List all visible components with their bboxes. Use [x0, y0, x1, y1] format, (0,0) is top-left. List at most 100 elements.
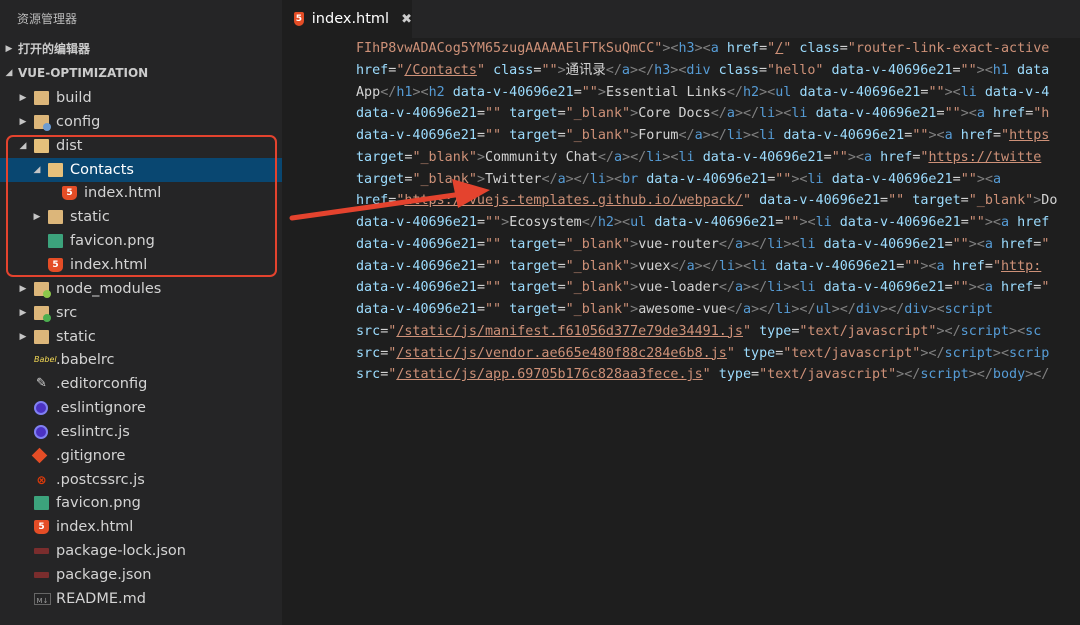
tree-item[interactable]: ▶ static — [0, 325, 282, 349]
chevron-down-icon[interactable]: ◢ — [18, 134, 28, 158]
code-token: script — [944, 302, 993, 317]
tree-item[interactable]: M↓ README.md — [0, 587, 282, 611]
markdown-icon: M↓ — [34, 592, 51, 605]
tree-item[interactable]: ▶ config — [0, 110, 282, 134]
code-token: = — [557, 302, 566, 317]
code-token: = — [557, 236, 566, 252]
code-token: > — [476, 171, 485, 187]
code-token: 通讯录 — [565, 62, 606, 78]
chevron-right-icon[interactable]: ▶ — [18, 86, 28, 110]
tree-item[interactable]: 5 index.html — [0, 515, 282, 539]
code-token: Do — [1041, 193, 1058, 209]
code-token: " — [726, 345, 735, 361]
code-token: >< — [984, 215, 1001, 230]
code-token: type — [759, 323, 792, 339]
code-token: href — [960, 128, 993, 143]
code-token: data-v-40696e21 — [356, 128, 477, 143]
postcss-icon: ⊗ — [36, 472, 47, 487]
code-token: = — [936, 106, 945, 122]
code-token: = — [960, 193, 969, 209]
code-token: </ — [718, 280, 735, 296]
tree-item[interactable]: ◢ dist — [0, 134, 282, 158]
code-token: li — [815, 215, 832, 230]
code-token: "router-link-exact-active — [847, 41, 1050, 56]
code-token: /static/js/app.69705b176c828aa3fece.js — [396, 367, 703, 383]
tree-item[interactable]: favicon.png — [0, 229, 282, 253]
tree-item[interactable]: Babel .babelrc — [0, 348, 282, 372]
chevron-right-icon[interactable]: ▶ — [18, 110, 28, 134]
code-token: li — [775, 302, 792, 317]
chevron-down-icon[interactable]: ◢ — [32, 158, 42, 182]
code-token: </ — [726, 302, 743, 317]
tree-item-label: index.html — [56, 519, 134, 536]
tree-item[interactable]: 5 index.html — [0, 181, 282, 205]
code-token: = — [880, 193, 889, 209]
code-token: a — [694, 128, 703, 143]
code-token: href — [880, 149, 913, 165]
code-token: >< — [614, 215, 631, 230]
tree-item[interactable]: .eslintrc.js — [0, 420, 282, 444]
folder-src-icon — [34, 305, 51, 322]
code-token: >< — [775, 106, 792, 122]
tree-item[interactable]: ▶ src — [0, 301, 282, 325]
code-token: a — [621, 62, 630, 78]
tree-item[interactable]: .gitignore — [0, 444, 282, 468]
code-token: >< — [743, 128, 760, 143]
eslint-icon — [34, 424, 48, 439]
code-token: class — [799, 41, 840, 56]
code-token: >< — [976, 62, 993, 78]
tree-item[interactable]: 5 index.html — [0, 253, 282, 277]
code-token: ></ — [896, 367, 921, 383]
code-line: data-v-40696e21="" target="_blank">vue-r… — [356, 234, 1049, 256]
code-token: = — [952, 171, 961, 187]
code-token: data-v-40696e21 — [759, 193, 881, 209]
tree-item[interactable]: ⊗ .postcssrc.js — [0, 468, 282, 492]
code-token: type — [718, 367, 752, 383]
chevron-right-icon[interactable]: ▶ — [18, 325, 28, 349]
tree-item-label: favicon.png — [70, 233, 155, 250]
code-token: data-v-40696e21 — [646, 171, 768, 187]
code-line: data-v-40696e21="" target="_blank">Core … — [356, 103, 1049, 125]
code-token: href — [356, 62, 389, 78]
tree-item[interactable]: ▶ build — [0, 86, 282, 110]
open-editors-section-header[interactable]: ▶ 打开的编辑器 — [0, 38, 282, 61]
code-token: = — [476, 258, 485, 274]
code-token: " — [1001, 128, 1010, 143]
code-token: scrip — [1009, 345, 1050, 361]
close-icon[interactable]: ✖ — [401, 12, 412, 27]
tree-item[interactable]: ▶ static — [0, 205, 282, 229]
chevron-right-icon[interactable]: ▶ — [18, 277, 28, 301]
code-token: ></ — [751, 302, 776, 317]
tree-item[interactable]: favicon.png — [0, 491, 282, 515]
code-token: "_blank" — [565, 258, 631, 274]
code-token: = — [823, 149, 832, 165]
code-token: >< — [605, 171, 623, 187]
tree-item[interactable]: ◢ Contacts — [0, 157, 282, 182]
code-token: = — [476, 106, 485, 122]
code-token: "" — [944, 106, 961, 122]
code-token: /static/js/vendor.ae665e480f88c284e6b8.j… — [396, 345, 727, 361]
code-token: </ — [670, 258, 687, 274]
tab-index-html[interactable]: 5 index.html ✖ — [282, 0, 412, 38]
tree-item[interactable]: ✎ .editorconfig — [0, 372, 282, 396]
code-token: script — [960, 323, 1010, 339]
tree-item[interactable]: .eslintignore — [0, 396, 282, 420]
npm-icon — [34, 548, 49, 555]
code-token: ul — [630, 215, 647, 230]
tree-item[interactable]: package.json — [0, 563, 282, 587]
code-token: = — [944, 236, 953, 252]
tree-item[interactable]: package-lock.json — [0, 539, 282, 563]
code-token: data-v-40696e21 — [823, 236, 945, 252]
code-token: " — [1041, 236, 1050, 252]
chevron-right-icon[interactable]: ▶ — [18, 301, 28, 325]
project-section-header[interactable]: ◢ VUE-OPTIMIZATION — [0, 62, 282, 85]
tree-item[interactable]: ▶ node_modules — [0, 277, 282, 301]
code-token: = — [557, 106, 566, 122]
chevron-right-icon[interactable]: ▶ — [32, 205, 42, 229]
code-token: li — [807, 171, 824, 187]
code-token: = — [476, 236, 485, 252]
code-editor[interactable]: FIhP8vwADACog5YM65zugAAAAAElFTkSuQmCC"><… — [282, 38, 1080, 625]
code-token: data-v-40696e21 — [799, 84, 921, 100]
